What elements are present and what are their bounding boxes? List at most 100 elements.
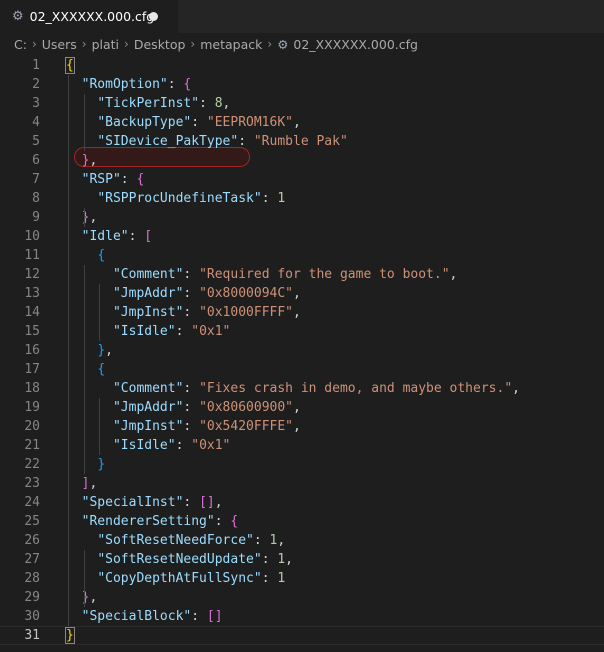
code-text: "SIDevice_PakType": "Rumble Pak" <box>66 134 348 149</box>
code-token: "JmpAddr" <box>112 400 184 415</box>
line-number: 22 <box>24 457 40 472</box>
code-line[interactable]: 11 { <box>0 246 604 265</box>
code-token: "SpecialBlock" <box>81 609 192 624</box>
code-line[interactable]: 13 "JmpAddr": "0x8000094C", <box>0 284 604 303</box>
code-line[interactable]: 7 "RSP": { <box>0 170 604 189</box>
code-line[interactable]: 29 }, <box>0 588 604 607</box>
code-token: , <box>89 590 98 605</box>
code-token: "Required for the game to boot." <box>199 267 450 282</box>
code-text: }, <box>66 153 98 168</box>
code-text: "BackupType": "EEPROM16K", <box>66 115 301 130</box>
indent-guide <box>68 75 69 626</box>
code-token: , <box>214 495 223 510</box>
code-token: : <box>183 495 200 510</box>
code-line[interactable]: 26 "SoftResetNeedForce": 1, <box>0 531 604 550</box>
code-token: "0x8000094C" <box>199 286 293 301</box>
code-line[interactable]: 1{ <box>0 56 604 75</box>
code-line[interactable]: 8 "RSPProcUndefineTask": 1 <box>0 189 604 208</box>
code-line[interactable]: 20 "JmpInst": "0x5420FFFE", <box>0 417 604 436</box>
line-number: 18 <box>24 381 40 396</box>
code-token: "SpecialInst" <box>81 495 184 510</box>
code-token: , <box>105 343 113 358</box>
code-line[interactable]: 28 "CopyDepthAtFullSync": 1 <box>0 569 604 588</box>
code-token: "RSP" <box>81 172 121 187</box>
indent-guide <box>83 208 85 227</box>
code-line[interactable]: 23 ], <box>0 474 604 493</box>
code-line[interactable]: 18 "Comment": "Fixes crash in demo, and … <box>0 379 604 398</box>
code-line[interactable]: 27 "SoftResetNeedUpdate": 1, <box>0 550 604 569</box>
code-line[interactable]: 5 "SIDevice_PakType": "Rumble Pak" <box>0 132 604 151</box>
code-text: "JmpAddr": "0x8000094C", <box>66 286 301 301</box>
code-line[interactable]: 6 }, <box>0 151 604 170</box>
code-token: "0x5420FFFE" <box>199 419 293 434</box>
code-token: "IsIdle" <box>112 438 176 453</box>
code-text: "RomOption": { <box>66 77 192 92</box>
code-text: }, <box>66 210 98 225</box>
code-editor[interactable]: 1{2 "RomOption": {3 "TickPerInst": 8, 4 "… <box>0 55 604 652</box>
code-token: "Rumble Pak" <box>253 134 348 149</box>
code-line[interactable]: 3 "TickPerInst": 8, <box>0 94 604 113</box>
breadcrumb-item-file[interactable]: 02_XXXXXX.000.cfg <box>293 37 418 52</box>
breadcrumb-item[interactable]: metapack <box>200 37 262 52</box>
code-token: : <box>191 115 207 130</box>
breadcrumb-item[interactable]: Desktop <box>134 37 186 52</box>
code-token: "Comment" <box>112 267 184 282</box>
line-number: 30 <box>24 609 40 624</box>
unsaved-dot-icon[interactable] <box>149 12 158 21</box>
code-text: "SpecialBlock": [] <box>66 609 223 624</box>
code-line[interactable]: 4 "BackupType": "EEPROM16K", <box>0 113 604 132</box>
code-line[interactable]: 31} <box>0 626 604 645</box>
breadcrumb-item[interactable]: C: <box>14 37 27 52</box>
code-line[interactable]: 9 }, <box>0 208 604 227</box>
indent-guide <box>99 398 101 455</box>
code-token: { <box>97 362 106 377</box>
code-token: "Fixes crash in demo, and maybe others." <box>199 381 513 396</box>
code-token: "SIDevice_PakType" <box>97 134 239 149</box>
code-token: "0x80600900" <box>199 400 293 415</box>
code-line[interactable]: 17 { <box>0 360 604 379</box>
line-number: 15 <box>24 324 40 339</box>
code-token: , <box>293 400 301 415</box>
breadcrumb-item[interactable]: Users <box>42 37 77 52</box>
breadcrumb-item[interactable]: plati <box>92 37 119 52</box>
code-token: "0x1" <box>191 438 231 453</box>
code-token: : <box>261 571 278 586</box>
line-number: 26 <box>24 533 40 548</box>
code-token: , <box>512 381 520 396</box>
code-line[interactable]: 10 "Idle": [ <box>0 227 604 246</box>
code-text: "Comment": "Required for the game to boo… <box>66 267 457 282</box>
code-text: }, <box>66 590 98 605</box>
code-line[interactable]: 30 "SpecialBlock": [] <box>0 607 604 626</box>
editor-tab[interactable]: ⚙ 02_XXXXXX.000.cfg <box>0 0 178 33</box>
code-line[interactable]: 19 "JmpAddr": "0x80600900", <box>0 398 604 417</box>
code-line[interactable]: 12 "Comment": "Required for the game to … <box>0 265 604 284</box>
code-token: "JmpInst" <box>112 419 184 434</box>
code-token: , <box>292 115 301 130</box>
code-line[interactable]: 22 } <box>0 455 604 474</box>
code-text: { <box>66 248 105 263</box>
code-line[interactable]: 21 "IsIdle": "0x1" <box>0 436 604 455</box>
indent-guide <box>83 550 85 607</box>
code-line[interactable]: 15 "IsIdle": "0x1" <box>0 322 604 341</box>
code-token: : <box>183 419 200 434</box>
code-line[interactable]: 24 "SpecialInst": [], <box>0 493 604 512</box>
chevron-right-icon: › <box>31 37 37 51</box>
code-token: "CopyDepthAtFullSync" <box>97 571 262 586</box>
code-text: "IsIdle": "0x1" <box>66 324 230 339</box>
indent-guide <box>99 284 101 341</box>
code-token: "EEPROM16K" <box>206 115 293 130</box>
code-token: : <box>253 533 270 548</box>
code-text: { <box>66 362 105 377</box>
line-number: 23 <box>24 476 40 491</box>
code-line[interactable]: 16 }, <box>0 341 604 360</box>
line-number: 14 <box>24 305 40 320</box>
code-line[interactable]: 14 "JmpInst": "0x1000FFFF", <box>0 303 604 322</box>
code-line[interactable]: 25 "RendererSetting": { <box>0 512 604 531</box>
code-line[interactable]: 2 "RomOption": { <box>0 75 604 94</box>
gear-icon: ⚙ <box>12 9 24 24</box>
